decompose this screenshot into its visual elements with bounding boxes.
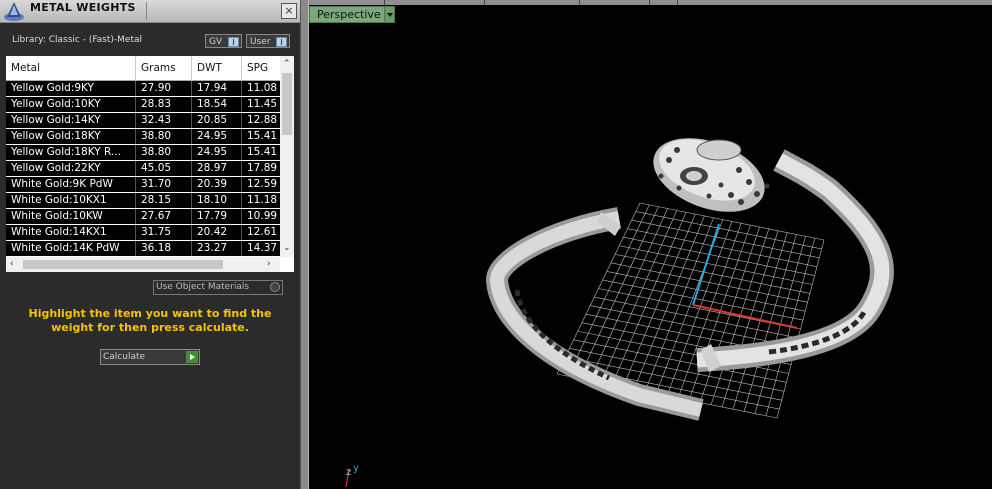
metal-cell: White Gold:14K PdW [6,241,136,256]
metal-cell: Yellow Gold:14KY [6,113,136,128]
view-mode-dropdown[interactable]: Perspective [309,6,395,23]
spg-cell: 14.37 [247,242,278,254]
3d-viewport[interactable]: Perspective z y [309,0,992,489]
table-row[interactable]: White Gold:14KX1 31.75 20.42 12.61 [6,225,280,240]
radio-icon[interactable] [270,282,280,292]
metal-cell: Yellow Gold:22KY [6,161,136,176]
dwt-cell: 20.42 [192,225,242,240]
dwt-cell: 17.79 [192,209,242,224]
metal-cell: Yellow Gold:10KY [6,97,136,112]
horizontal-scroll-thumb[interactable] [23,260,223,269]
close-button[interactable]: × [281,3,297,19]
dwt-cell: 20.85 [192,113,242,128]
table-row[interactable]: Yellow Gold:18KY R... 38.80 24.95 15.41 [6,145,280,160]
grams-cell: 27.90 [136,81,192,96]
table-row[interactable]: Yellow Gold:9KY 27.90 17.94 11.08 [6,81,280,96]
column-header-grams[interactable]: Grams [136,56,192,80]
panel-titlebar: METAL WEIGHTS × [0,0,300,23]
dwt-cell: 17.94 [192,81,242,96]
chevron-down-icon[interactable] [384,6,395,23]
use-object-materials-toggle[interactable]: Use Object Materials [153,280,283,295]
table-body: Yellow Gold:9KY 27.90 17.94 11.08 Yellow Gol… [6,81,280,257]
metal-cell: White Gold:14KX1 [6,225,136,240]
dwt-cell: 18.54 [192,97,242,112]
spg-cell: 10.99 [247,210,278,222]
table-row[interactable]: White Gold:10KX1 28.15 18.10 11.18 [6,193,280,208]
grams-cell: 27.67 [136,209,192,224]
vertical-scrollbar[interactable]: ⌃ ⌄ [280,56,294,257]
panel-splitter[interactable] [300,0,309,489]
spg-cell: 12.61 [247,226,278,238]
grams-cell: 36.18 [136,241,192,256]
dwt-cell: 23.27 [192,241,242,256]
table-row[interactable]: Yellow Gold:18KY 38.80 24.95 15.41 [6,129,280,144]
spg-cell: 11.45 [247,98,278,110]
table-row[interactable]: White Gold:10KW 27.67 17.79 10.99 [6,209,280,224]
dwt-cell: 20.39 [192,177,242,192]
dwt-cell: 28.97 [192,161,242,176]
dwt-cell: 24.95 [192,129,242,144]
table-row[interactable]: White Gold:9K PdW 31.70 20.39 12.59 [6,177,280,192]
column-header-spg[interactable]: SPG [242,56,280,80]
metal-cell: Yellow Gold:18KY [6,129,136,144]
table-row[interactable]: Yellow Gold:22KY 45.05 28.97 17.89 [6,161,280,176]
column-header-metal[interactable]: Metal [6,56,136,80]
axis-y-label: y [353,463,359,474]
metal-cell: White Gold:9K PdW [6,177,136,192]
spg-cell: 12.88 [247,114,278,126]
grams-cell: 38.80 [136,145,192,160]
gv-toggle-label: GV [209,37,223,47]
vertical-scroll-thumb[interactable] [282,73,292,135]
table-header: Metal Grams DWT SPG [6,56,280,81]
spg-cell: 17.89 [247,162,278,174]
spg-cell: 11.08 [247,82,278,94]
spg-cell: 11.18 [247,194,278,206]
toggle-indicator-icon [228,37,239,47]
toggle-indicator-icon [276,37,287,47]
metal-cell: Yellow Gold:18KY R... [6,145,136,160]
axis-z-label: z [346,467,351,478]
app-logo-icon [4,2,24,21]
table-row[interactable]: Yellow Gold:10KY 28.83 18.54 11.45 [6,97,280,112]
view-mode-label: Perspective [317,8,381,21]
metal-weights-panel: METAL WEIGHTS × Library: Classic - (Fast… [0,0,300,489]
table-row[interactable]: White Gold:14K PdW 36.18 23.27 14.37 [6,241,280,256]
panel-title: METAL WEIGHTS [30,1,136,14]
user-toggle-label: User [250,37,271,47]
use-object-materials-label: Use Object Materials [156,282,250,292]
table-row[interactable]: Yellow Gold:14KY 32.43 20.85 12.88 [6,113,280,128]
scroll-left-icon[interactable]: ‹ [10,258,14,270]
scroll-down-icon[interactable]: ⌄ [283,242,291,254]
axis-indicator: z y [345,463,359,488]
spg-cell: 15.41 [247,130,278,142]
title-divider [146,2,147,20]
calculate-button[interactable]: Calculate [100,349,200,365]
column-header-dwt[interactable]: DWT [192,56,242,80]
horizontal-scrollbar[interactable]: ‹ › [6,257,280,272]
gv-toggle[interactable]: GV [205,34,242,48]
grams-cell: 31.75 [136,225,192,240]
user-toggle[interactable]: User [246,34,290,48]
calculate-label: Calculate [103,352,146,362]
spg-cell: 15.41 [247,146,278,158]
grams-cell: 31.70 [136,177,192,192]
grams-cell: 28.83 [136,97,192,112]
scroll-right-icon[interactable]: › [267,258,271,270]
library-label: Library: Classic - (Fast)-Metal [12,35,143,45]
grams-cell: 32.43 [136,113,192,128]
dwt-cell: 24.95 [192,145,242,160]
grams-cell: 38.80 [136,129,192,144]
scene-canvas[interactable] [309,0,992,489]
instruction-text: Highlight the item you want to find the … [28,307,272,334]
grams-cell: 45.05 [136,161,192,176]
scroll-up-icon[interactable]: ⌃ [283,58,291,70]
spg-cell: 12.59 [247,178,278,190]
metal-cell: Yellow Gold:9KY [6,81,136,96]
grams-cell: 28.15 [136,193,192,208]
play-icon[interactable] [186,351,198,363]
metal-cell: White Gold:10KX1 [6,193,136,208]
metal-table: Metal Grams DWT SPG Yellow Gold:9KY 27.90… [6,56,294,272]
metal-cell: White Gold:10KW [6,209,136,224]
dwt-cell: 18.10 [192,193,242,208]
